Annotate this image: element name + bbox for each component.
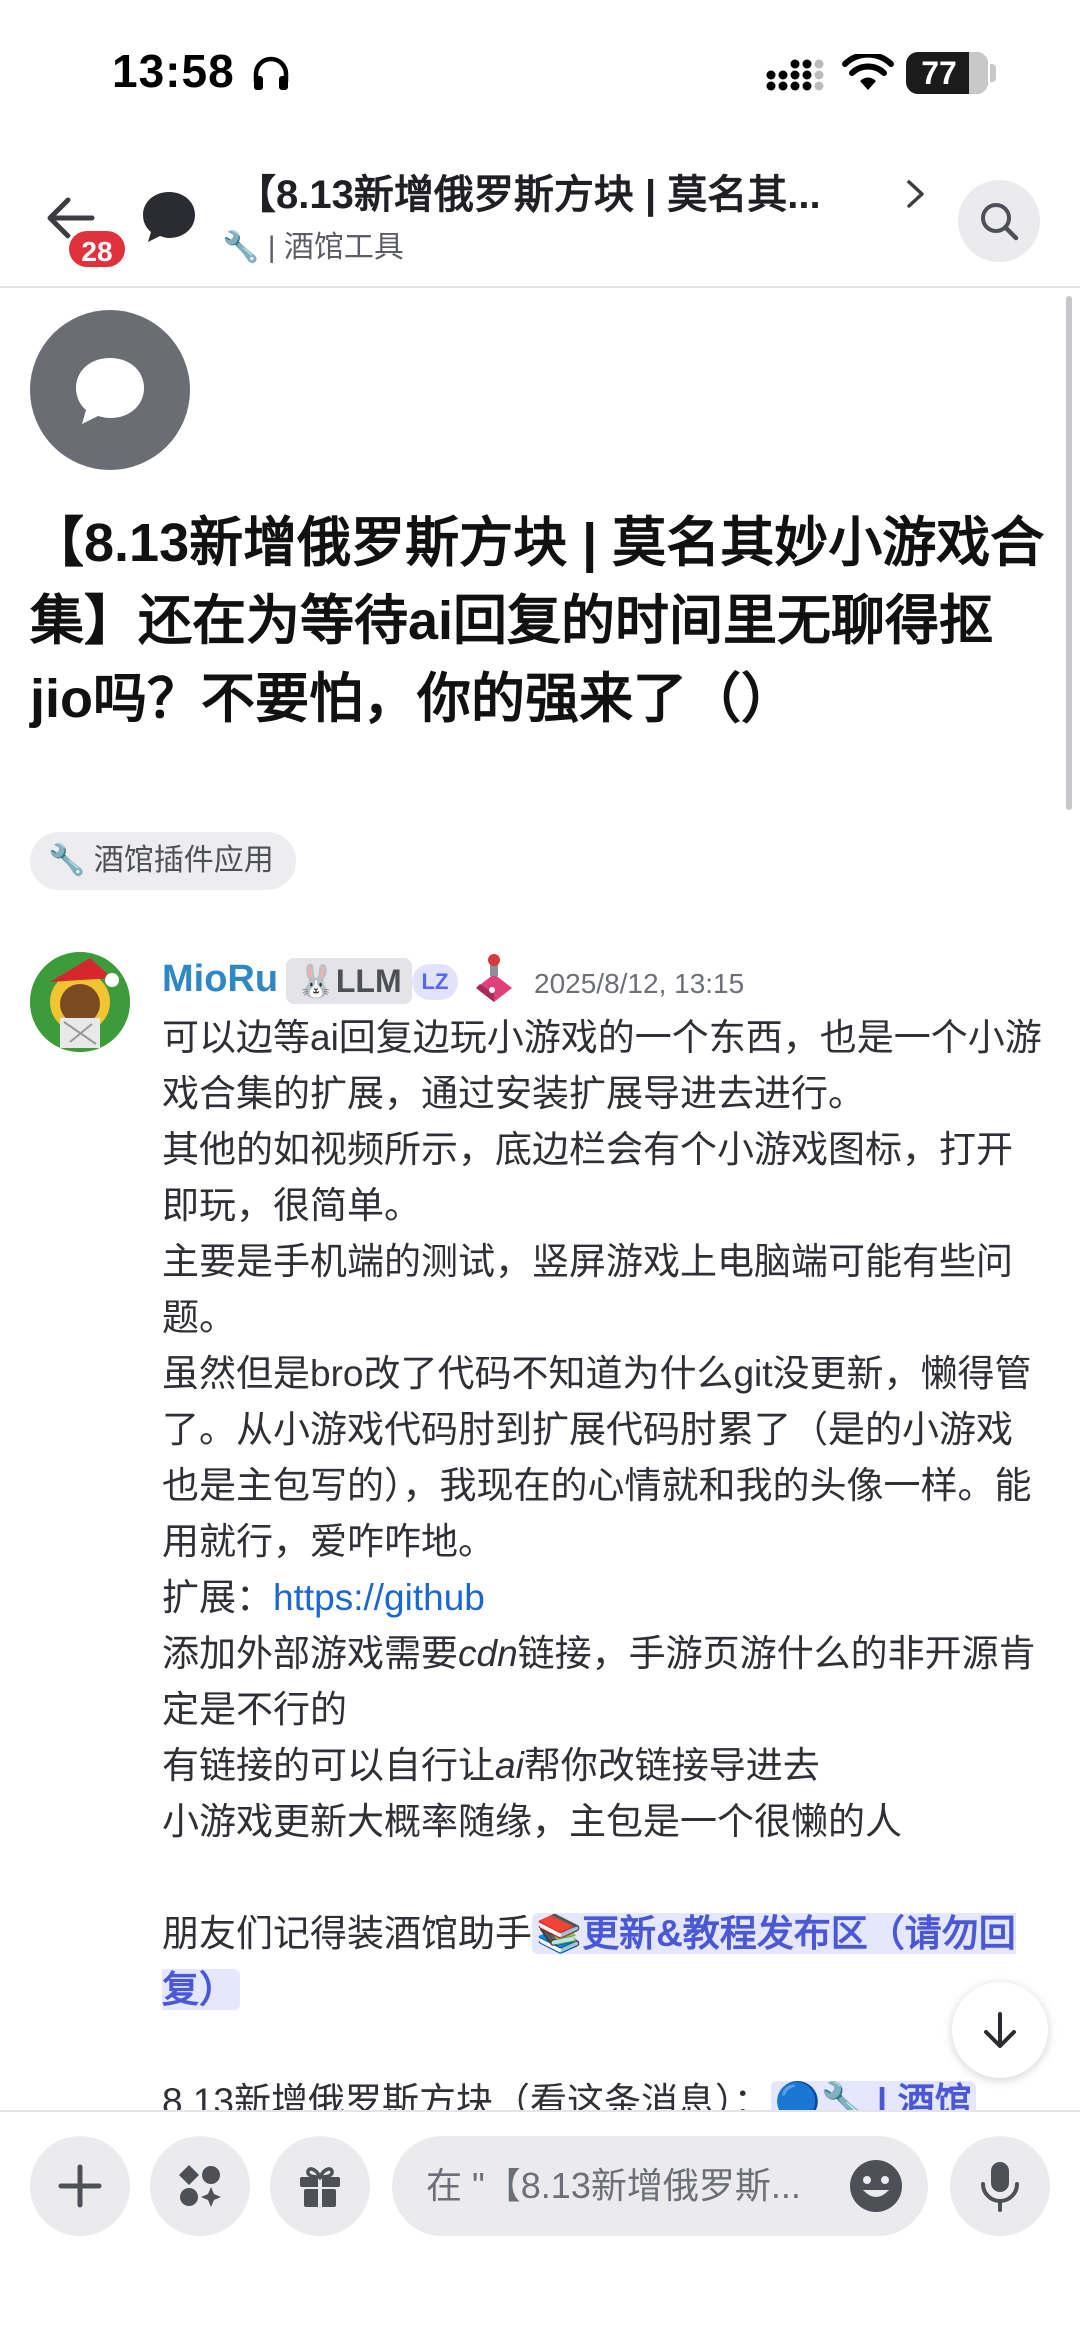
channel-separator: | [267, 231, 284, 264]
message-paragraph: 虽然但是bro改了代码不知道为什么git没更新，懒得管了。从小游戏代码肘到扩展代… [162, 1353, 1032, 1562]
header-title[interactable]: 【8.13新增俄罗斯方块 | 莫名其... [236, 162, 876, 220]
status-bar: 13:58 77 [0, 0, 1080, 140]
username[interactable]: MioRu [162, 958, 278, 1001]
chevron-right-icon[interactable] [904, 176, 928, 212]
message-paragraph: 主要是手机端的测试，竖屏游戏上电脑端可能有些问题。 [162, 1241, 1013, 1338]
battery-cap [990, 64, 996, 82]
voice-message-button[interactable] [950, 2136, 1050, 2236]
battery-indicator: 77 [906, 52, 988, 94]
italic-text: ai [495, 1745, 524, 1786]
op-badge: LZ [412, 964, 458, 1000]
scrollbar[interactable] [1066, 296, 1072, 810]
chat-bubble-icon [143, 192, 195, 242]
message-input[interactable]: 在 "【8.13新增俄罗斯... [392, 2136, 928, 2236]
search-button[interactable] [958, 180, 1040, 262]
thread-title: 【8.13新增俄罗斯方块 | 莫名其妙小游戏合集】还在为等待ai回复的时间里无聊… [30, 513, 1045, 729]
text-span: 帮你改链接导进去 [523, 1745, 820, 1786]
timestamp: 2025/8/12, 13:15 [534, 968, 745, 999]
gift-icon [300, 2167, 340, 2207]
channel-name: 酒馆工具 [283, 231, 404, 264]
unread-badge: 28 [66, 228, 128, 270]
tag-label: 酒馆插件应用 [93, 844, 274, 877]
wrench-icon: 🔧 [222, 231, 260, 264]
game-console-icon [476, 954, 512, 1002]
emoji-icon[interactable] [848, 2158, 904, 2214]
message-paragraph: 小游戏更新大概率随缘，主包是一个很懒的人 [162, 1801, 902, 1842]
jump-to-bottom-button[interactable] [952, 1982, 1048, 2078]
gift-button[interactable] [270, 2136, 370, 2236]
role-tag[interactable]: 🐰LLM [286, 958, 412, 1004]
italic-text: cdn [458, 1633, 518, 1674]
apps-button[interactable] [150, 2136, 250, 2236]
message-paragraph: 扩展：https://github [162, 1570, 1042, 1626]
add-attachment-button[interactable] [30, 2136, 130, 2236]
cellular-signal-icon [766, 59, 824, 91]
message-paragraph: 其他的如视频所示，底边栏会有个小游戏图标，打开即玩，很简单。 [162, 1129, 1013, 1226]
apps-icon [179, 2165, 221, 2207]
message-paragraph: 朋友们记得装酒馆助手 📚更新&教程发布区（请勿回复） [162, 1906, 1042, 2018]
message-paragraph: 添加外部游戏需要cdn链接，手游页游什么的非开源肯定是不行的 [162, 1626, 1042, 1738]
microphone-icon [981, 2162, 1019, 2212]
message-input-placeholder: 在 "【8.13新增俄罗斯... [426, 2165, 801, 2206]
wifi-icon [842, 54, 894, 90]
chat-bubble-icon [76, 358, 144, 424]
wrench-icon: 🔧 [48, 844, 86, 877]
message-composer: 在 "【8.13新增俄罗斯... [0, 2110, 1080, 2341]
thread-header: 28 【8.13新增俄罗斯方块 | 莫名其... 🔧 | 酒馆工具 [0, 140, 1080, 288]
rabbit-icon: 🐰 [296, 963, 336, 999]
arrow-down-icon [984, 2012, 1016, 2048]
avatar[interactable] [30, 952, 130, 1052]
message-paragraph: 有链接的可以自行让ai帮你改链接导进去 [162, 1738, 1042, 1794]
status-time: 13:58 [112, 45, 235, 97]
role-label: LLM [335, 963, 402, 999]
search-icon [981, 203, 1019, 241]
battery-percent: 77 [921, 55, 957, 91]
header-channel[interactable]: 🔧 | 酒馆工具 [222, 222, 404, 266]
github-link[interactable]: https://github [273, 1577, 485, 1618]
text-span: 有链接的可以自行让 [162, 1745, 495, 1786]
message-body: 可以边等ai回复边玩小游戏的一个东西，也是一个小游戏合集的扩展，通过安装扩展导进… [162, 1010, 1042, 2130]
extension-label: 扩展： [162, 1577, 273, 1618]
thread-avatar [30, 310, 190, 470]
message-paragraph: 可以边等ai回复边玩小游戏的一个东西，也是一个小游戏合集的扩展，通过安装扩展导进… [162, 1017, 1042, 1114]
tag-chip[interactable]: 🔧 酒馆插件应用 [30, 832, 296, 890]
text-span: 添加外部游戏需要 [162, 1633, 458, 1674]
plus-icon [58, 2164, 102, 2208]
avatar-image [30, 952, 130, 1052]
text-span: 朋友们记得装酒馆助手 [162, 1913, 532, 1954]
headphone-icon [253, 56, 289, 90]
